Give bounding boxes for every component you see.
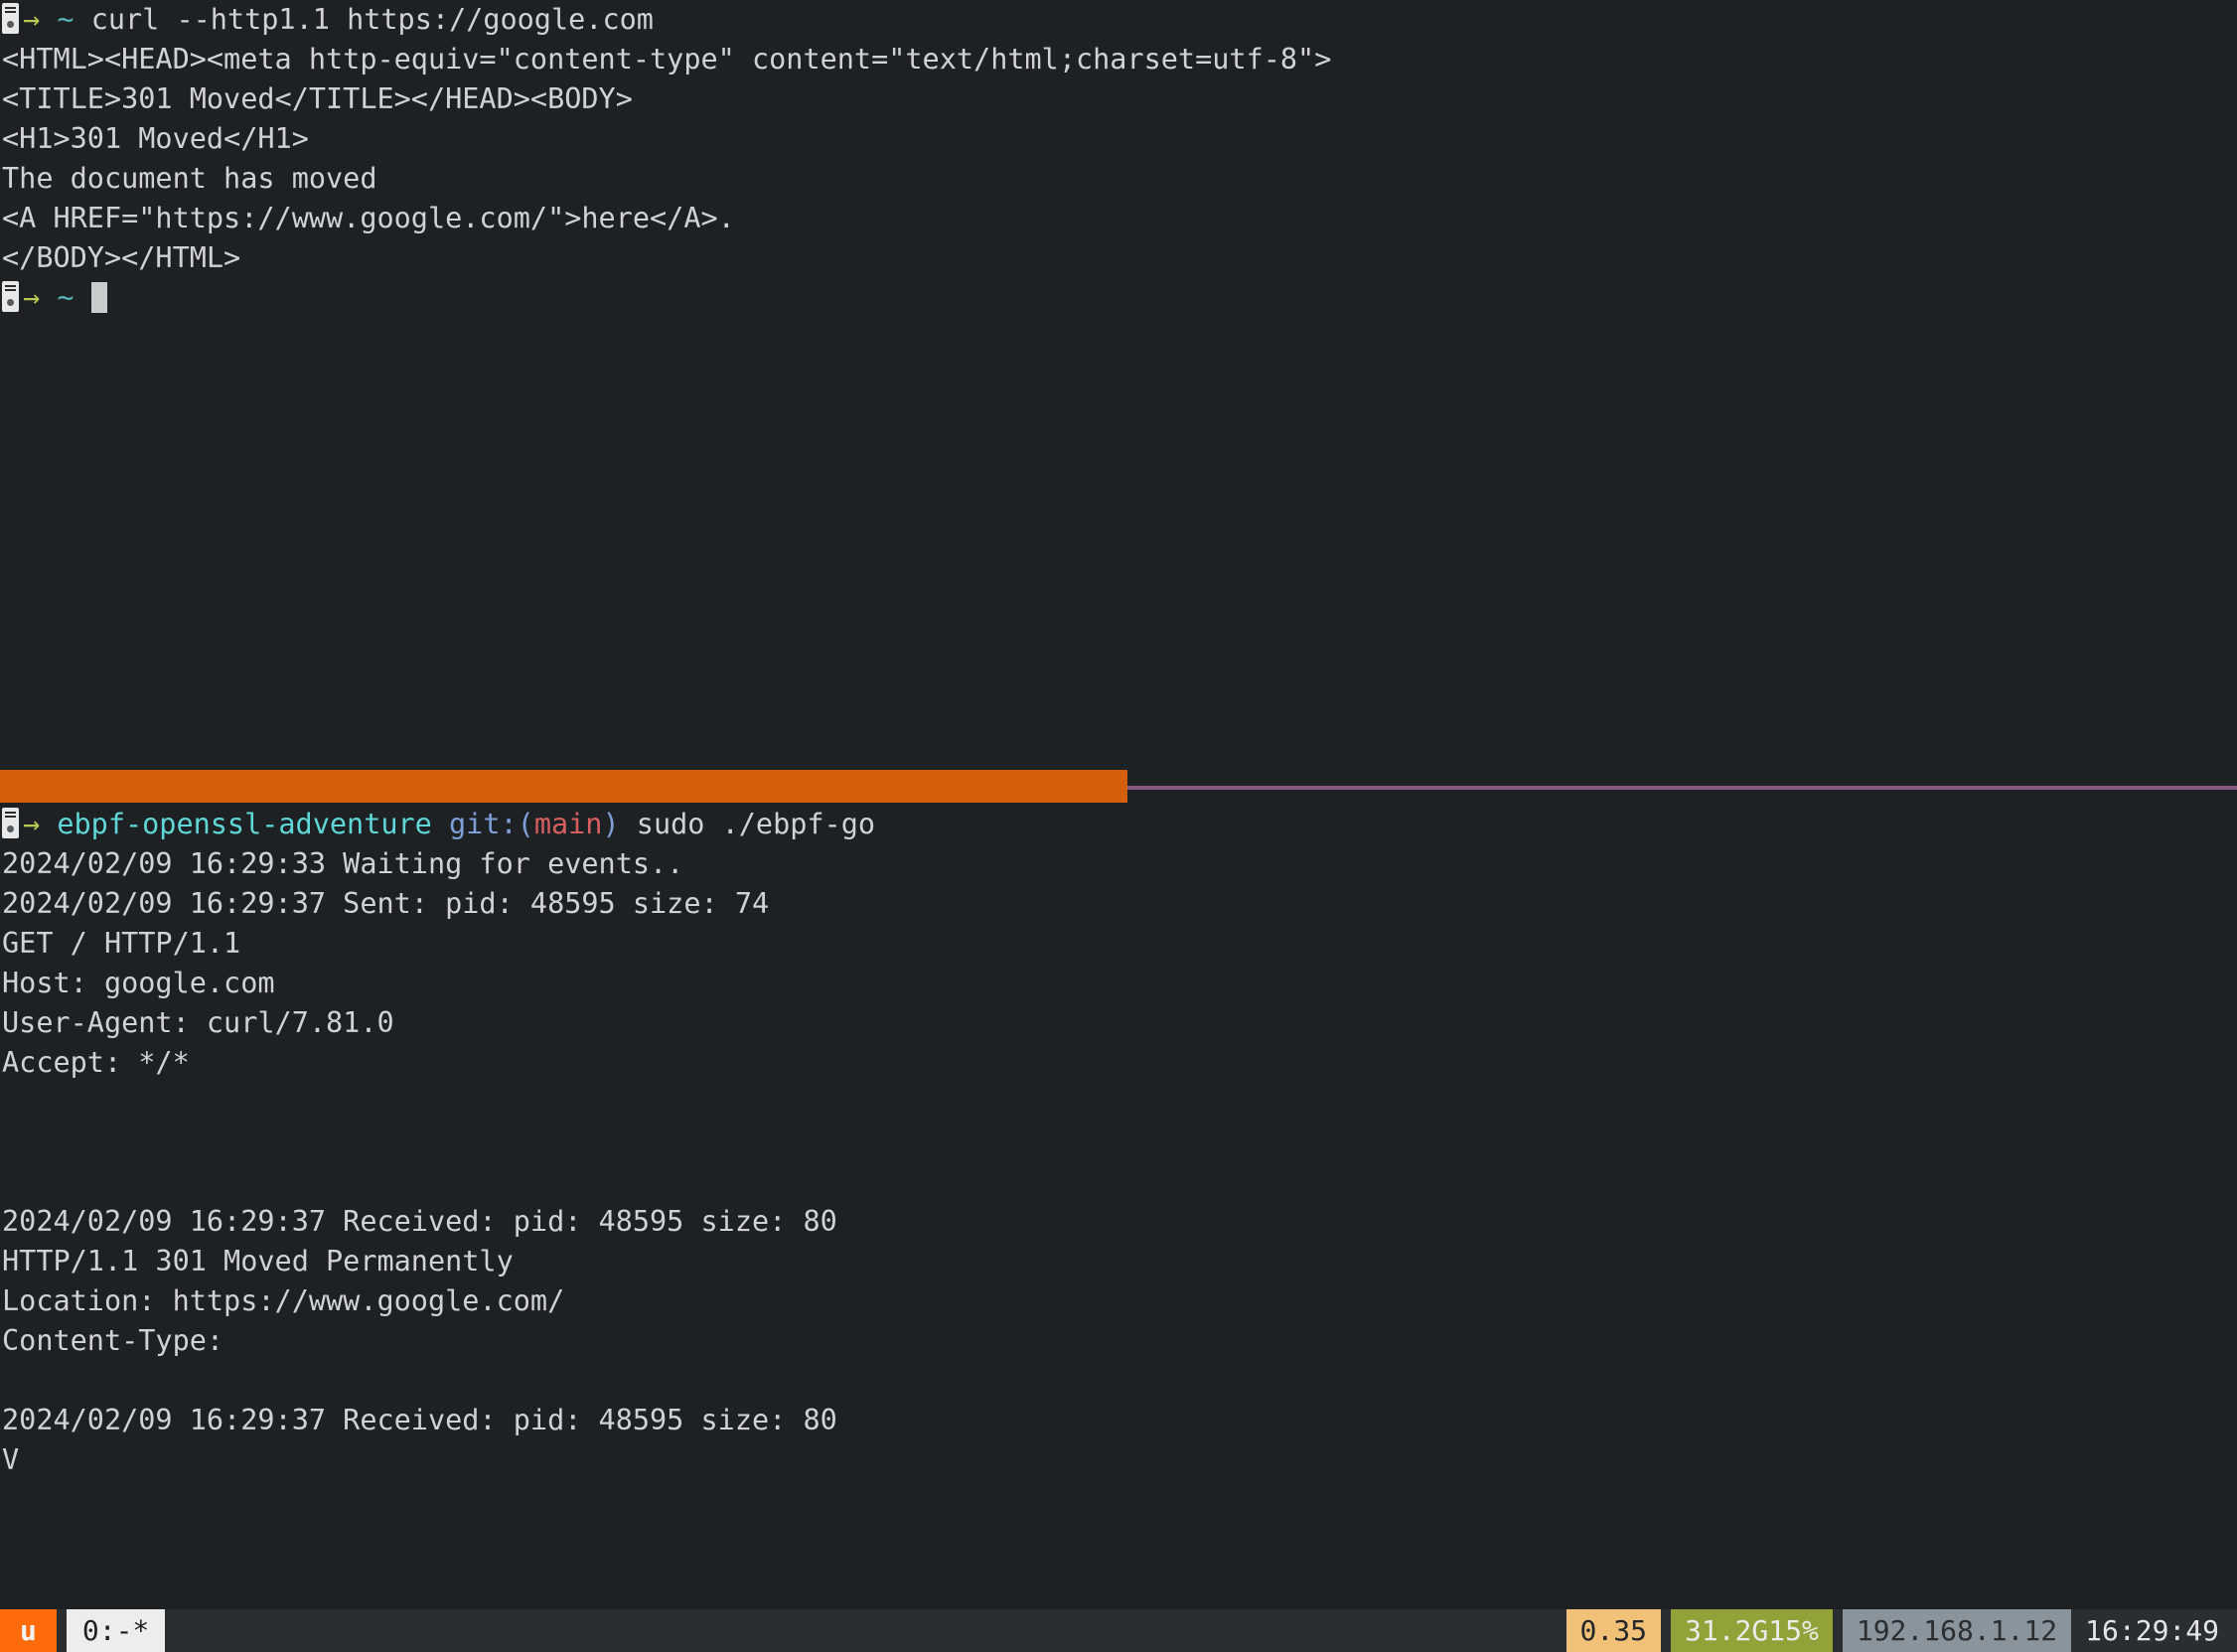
- output-line: <A HREF="https://www.google.com/">here</…: [2, 202, 735, 234]
- status-spacer: [1660, 1609, 1671, 1652]
- status-bar-left: u 0:-*: [0, 1609, 166, 1652]
- terminal-pane-top[interactable]: → ~ curl --http1.1 https://google.com <H…: [0, 0, 2237, 770]
- output-line: <H1>301 Moved</H1>: [2, 122, 309, 155]
- prompt-line-curl: → ~ curl --http1.1 https://google.com: [2, 0, 2235, 40]
- log-line: 2024/02/09 16:29:37 Sent: pid: 48595 siz…: [2, 887, 770, 920]
- command-text-curl: curl --http1.1 https://google.com: [90, 3, 654, 36]
- log-line: GET / HTTP/1.1: [2, 927, 241, 960]
- status-memory-usage: 31.2G15%: [1670, 1609, 1833, 1652]
- status-clock: 16:29:49: [2071, 1609, 2237, 1652]
- status-bar-right: 0.35 31.2G15% 192.168.1.12 16:29:49: [1566, 1609, 2237, 1652]
- git-suffix: ): [602, 808, 620, 840]
- git-prefix: git:(: [449, 808, 534, 840]
- command-text-ebpf: sudo ./ebpf-go: [636, 808, 876, 840]
- log-line-blank: [2, 1123, 2235, 1162]
- prompt-line-idle[interactable]: → ~: [2, 278, 2235, 318]
- terminal-screen: → ~ curl --http1.1 https://google.com <H…: [0, 0, 2237, 1652]
- prompt-path: ~: [57, 3, 75, 36]
- tmux-status-bar: u 0:-* 0.35 31.2G15% 192.168.1.12 16:29:…: [0, 1609, 2237, 1652]
- log-line: 2024/02/09 16:29:37 Received: pid: 48595…: [2, 1205, 837, 1238]
- status-window-item[interactable]: 0:-*: [66, 1609, 166, 1652]
- prompt-repo-name: ebpf-openssl-adventure: [57, 808, 432, 840]
- prompt-path: ~: [57, 281, 75, 314]
- prompt-arrow-icon: →: [23, 808, 41, 840]
- log-line: Content-Type:: [2, 1324, 224, 1357]
- status-spacer: [56, 1609, 67, 1652]
- server-icon: [2, 808, 19, 838]
- pane-separator-line: [1127, 786, 2237, 790]
- log-line-blank: [2, 1083, 2235, 1123]
- log-line: User-Agent: curl/7.81.0: [2, 1006, 394, 1039]
- log-line: Host: google.com: [2, 967, 275, 999]
- status-ip-address: 192.168.1.12: [1842, 1609, 2072, 1652]
- log-line: V: [2, 1443, 20, 1476]
- prompt-arrow-icon: →: [23, 281, 41, 314]
- output-line: </BODY></HTML>: [2, 241, 241, 274]
- server-icon: [2, 281, 19, 312]
- output-line: <HTML><HEAD><meta http-equiv="content-ty…: [2, 43, 1332, 75]
- status-session-name[interactable]: u: [0, 1609, 57, 1652]
- pane-separator-active-bar: [0, 770, 1127, 803]
- log-line-blank: [2, 1361, 2235, 1401]
- terminal-pane-bottom[interactable]: → ebpf-openssl-adventure git:(main) sudo…: [0, 805, 2237, 1604]
- log-line: HTTP/1.1 301 Moved Permanently: [2, 1245, 514, 1277]
- git-branch-name: main: [533, 808, 603, 840]
- log-line-blank: [2, 1162, 2235, 1202]
- server-icon: [2, 3, 19, 34]
- status-load-average: 0.35: [1566, 1609, 1661, 1652]
- log-line: 2024/02/09 16:29:37 Received: pid: 48595…: [2, 1404, 837, 1436]
- output-line: The document has moved: [2, 162, 377, 195]
- status-spacer: [1832, 1609, 1843, 1652]
- log-line: Location: https://www.google.com/: [2, 1284, 565, 1317]
- prompt-line-ebpf: → ebpf-openssl-adventure git:(main) sudo…: [2, 805, 2235, 844]
- prompt-arrow-icon: →: [23, 3, 41, 36]
- log-line: 2024/02/09 16:29:33 Waiting for events..: [2, 847, 684, 880]
- log-line: Accept: */*: [2, 1046, 190, 1079]
- pane-separator: [0, 770, 2237, 805]
- text-cursor[interactable]: [90, 282, 107, 313]
- output-line: <TITLE>301 Moved</TITLE></HEAD><BODY>: [2, 82, 633, 115]
